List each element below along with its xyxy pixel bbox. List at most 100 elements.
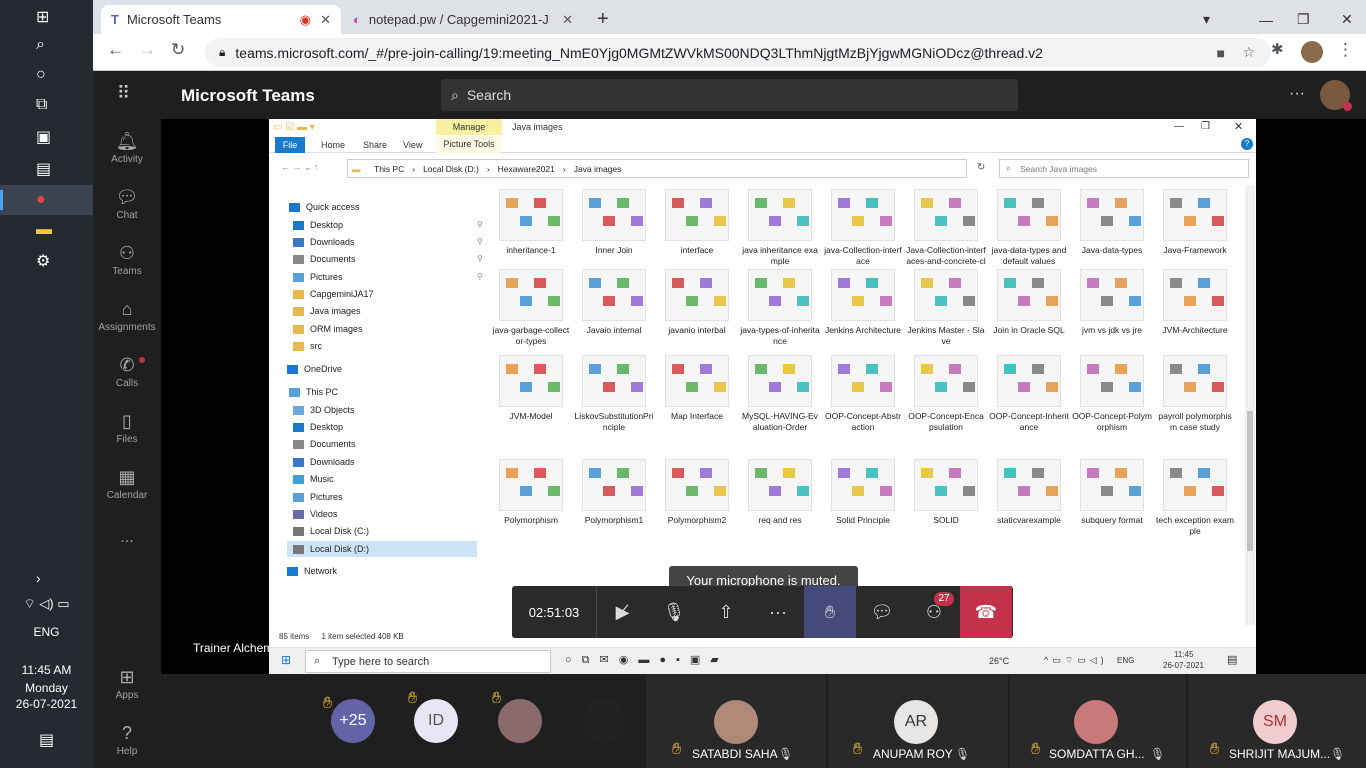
participant-avatar-photo[interactable] (498, 699, 542, 743)
nav-item[interactable]: Network (287, 563, 337, 579)
view-tab[interactable]: View (403, 140, 422, 150)
file-item[interactable]: tech exception example (1155, 459, 1235, 537)
file-item[interactable]: Map Interface (657, 355, 737, 422)
rail-calendar[interactable]: ▦ Calendar (93, 467, 161, 501)
file-tab[interactable]: File (275, 137, 305, 153)
file-item[interactable]: OOP-Concept-Inheritance (989, 355, 1069, 433)
file-item[interactable]: Java-Collection-interfaces-and-concrete-… (906, 189, 986, 278)
file-item[interactable]: OOP-Concept-Abstraction (823, 355, 903, 433)
home-tab[interactable]: Home (321, 140, 345, 150)
back-icon[interactable]: ← (107, 40, 124, 60)
nav-item[interactable]: Documents ⚲ (293, 251, 483, 267)
nav-item[interactable]: Desktop (293, 419, 343, 435)
file-item[interactable]: javanio interbal (657, 269, 737, 336)
explorer-breadcrumb[interactable]: ▬ This PC › Local Disk (D:) › Hexaware2021… (347, 159, 967, 178)
rail-help[interactable]: ? Help (93, 723, 161, 757)
profile-avatar[interactable] (1301, 41, 1323, 63)
explorer-scrollbar[interactable] (1245, 185, 1255, 625)
nav-item[interactable]: Downloads ⚲ (293, 234, 483, 250)
file-item[interactable]: SOLID (906, 459, 986, 526)
nav-back-forward-icons[interactable]: ← → ⌄ ↑ (281, 162, 319, 173)
picture-tools-tab[interactable]: Picture Tools (436, 136, 502, 153)
rail-teams[interactable]: ⚇ Teams (93, 243, 161, 277)
participants-button[interactable]: ⚇ 27 (908, 586, 960, 638)
rail-files[interactable]: ▯ Files (93, 411, 161, 445)
file-item[interactable]: Join in Oracle SQL (989, 269, 1069, 336)
tray-icons[interactable]: ⌔ ◁) ▭ (0, 596, 93, 612)
tab-microsoft-teams[interactable]: T Microsoft Teams ◉ ✕ (101, 5, 341, 34)
nav-item[interactable]: Java images (293, 303, 361, 319)
more-options-icon[interactable]: ··· (1289, 85, 1305, 103)
crumb[interactable]: Hexaware2021 (498, 164, 555, 174)
bookmark-star-icon[interactable]: ☆ (1242, 44, 1255, 61)
pin-icon[interactable]: ⚲ (477, 237, 483, 246)
crumb[interactable]: This PC (374, 164, 404, 174)
nav-item[interactable]: Local Disk (C:) (293, 523, 369, 539)
rail-assignments[interactable]: ⌂ Assignments (93, 299, 161, 333)
file-item[interactable]: LiskovSubstitutionPrinciple (574, 355, 654, 433)
nav-item[interactable]: Pictures (293, 489, 343, 505)
notification-icon[interactable]: ▤ (0, 730, 93, 750)
file-item[interactable]: Polymorphism (491, 459, 571, 526)
file-item[interactable]: JVM-Model (491, 355, 571, 422)
nav-item[interactable]: Pictures ⚲ (293, 269, 483, 285)
explorer-close-button[interactable]: ✕ (1234, 120, 1243, 133)
refresh-icon[interactable]: ↻ (977, 162, 985, 173)
share-screen-button[interactable]: ⇧ (700, 586, 752, 638)
more-actions-button[interactable]: ··· (752, 586, 804, 638)
chevron-right-icon[interactable]: › (0, 563, 93, 593)
search-input[interactable]: ⌕ Search (441, 79, 1018, 111)
nav-item[interactable]: src (293, 338, 322, 354)
nav-item[interactable]: Local Disk (D:) (287, 541, 477, 557)
crumb[interactable]: Java images (574, 164, 622, 174)
nav-item[interactable]: Music (293, 471, 334, 487)
file-item[interactable]: payroll polymorphism case study (1155, 355, 1235, 433)
nav-item[interactable]: 3D Objects (293, 402, 355, 418)
taskbar-app-icons[interactable]: ○⧉✉◉▬●▪▣▰ (565, 653, 729, 667)
camera-indicator-icon[interactable]: ■ (1217, 45, 1225, 61)
explorer-max-button[interactable]: ❐ (1201, 121, 1210, 132)
hang-up-button[interactable]: ☎ (960, 586, 1012, 638)
nav-item[interactable]: Videos (293, 506, 337, 522)
taskbar-search-input[interactable]: ⌕ Type here to search (305, 650, 551, 673)
app-launcher-icon[interactable]: ⠿ (117, 83, 130, 104)
windows-start-icon[interactable]: ⊞ (0, 2, 93, 32)
overflow-participants[interactable]: +25 (331, 699, 375, 743)
nav-item[interactable]: OneDrive (287, 361, 342, 377)
file-item[interactable]: Polymorphism2 (657, 459, 737, 526)
file-item[interactable]: Jenkins Architecture (823, 269, 903, 336)
file-item[interactable]: Java-Framework (1155, 189, 1235, 256)
nav-item[interactable]: Desktop ⚲ (293, 217, 483, 233)
tray-language[interactable]: ENG (0, 625, 93, 639)
close-tab-icon[interactable]: ✕ (562, 12, 573, 28)
file-explorer-icon[interactable]: ▬ (0, 215, 93, 245)
file-item[interactable]: Solid Principle (823, 459, 903, 526)
file-item[interactable]: Javaio internal (574, 269, 654, 336)
rail-calls[interactable]: ✆ Calls (93, 355, 161, 389)
camera-off-button[interactable]: ▶̸ (596, 586, 648, 638)
file-item[interactable]: jvm vs jdk vs jre (1072, 269, 1152, 336)
nav-item[interactable]: Documents (293, 436, 356, 452)
file-item[interactable]: java-data-types and default values (989, 189, 1069, 267)
file-item[interactable]: java-types-of-inheritance (740, 269, 820, 347)
nav-item[interactable]: CapgeminiJA17 (293, 286, 374, 302)
search-icon[interactable]: ⌕ (0, 30, 93, 60)
pin-icon[interactable]: ⚲ (477, 220, 483, 229)
file-item[interactable]: JVM-Architecture (1155, 269, 1235, 336)
nav-item[interactable]: This PC (289, 384, 338, 400)
nav-item[interactable]: Quick access (289, 199, 360, 215)
rail-chat[interactable]: 💬︎ Chat (93, 187, 161, 221)
file-item[interactable]: java-garbage-collector-types (491, 269, 571, 347)
tray-time[interactable]: 11:45 AM (0, 663, 93, 677)
file-item[interactable]: OOP-Concept-Polymorphism (1072, 355, 1152, 433)
rail-apps[interactable]: ⊞ Apps (93, 667, 161, 701)
quick-access-toolbar-icons[interactable]: ▭ ☑ ▬ ▾ (273, 122, 315, 133)
photos-app-icon[interactable]: ▤ (0, 154, 93, 184)
notification-icon[interactable]: ▤ (1227, 653, 1237, 666)
rail-activity[interactable]: 🔔︎ Activity (93, 131, 161, 165)
file-item[interactable]: req and res (740, 459, 820, 526)
nav-item[interactable]: ORM images (293, 321, 363, 337)
settings-gear-icon[interactable]: ⚙ (0, 246, 93, 276)
participant-avatar-photo[interactable] (582, 699, 626, 743)
chrome-app-icon[interactable]: ● (0, 185, 93, 215)
